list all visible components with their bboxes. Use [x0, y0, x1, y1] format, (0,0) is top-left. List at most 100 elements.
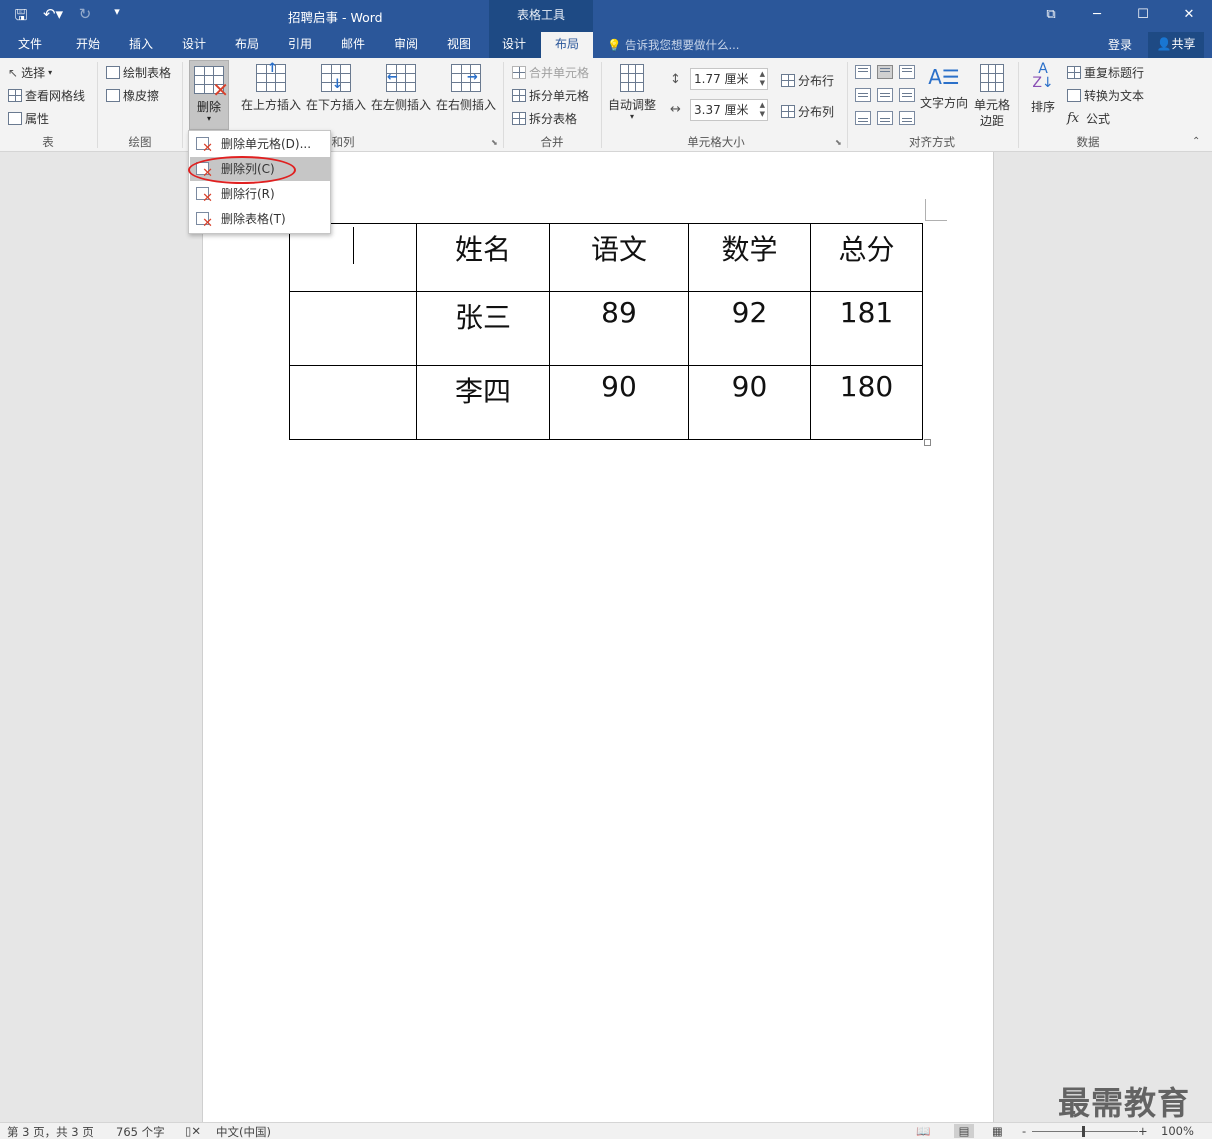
tab-home[interactable]: 开始 — [72, 32, 104, 58]
repeat-header-button[interactable]: 重复标题行 — [1067, 64, 1144, 81]
row-height-input[interactable]: 1.77 厘米 ▲ ▼ — [690, 68, 768, 90]
table-cell[interactable]: 总分 — [810, 223, 923, 292]
convert-to-text-button[interactable]: 转换为文本 — [1067, 87, 1144, 104]
close-icon[interactable]: ✕ — [1166, 0, 1212, 30]
menu-item-delete-cells[interactable]: ✕ 删除单元格(D)... — [190, 132, 330, 156]
collapse-ribbon-icon[interactable]: ⌃ — [1192, 136, 1200, 147]
maximize-icon[interactable]: ☐ — [1120, 0, 1166, 30]
undo-icon[interactable]: ↶▾ — [42, 5, 64, 30]
login-link[interactable]: 登录 — [1108, 36, 1132, 53]
repeat-header-label: 重复标题行 — [1084, 66, 1145, 80]
redo-icon[interactable]: ↻ — [74, 5, 96, 30]
menu-item-delete-row[interactable]: ✕ 删除行(R) — [190, 182, 330, 206]
tab-design[interactable]: 设计 — [178, 32, 210, 58]
align-bottom-right-icon[interactable] — [899, 111, 915, 125]
cell-size-dialog-launcher-icon[interactable]: ⬊ — [835, 138, 842, 147]
table-cell[interactable]: 数学 — [688, 223, 811, 292]
score-table[interactable]: 姓名 语文 数学 总分 张三 89 92 181 李四 90 90 180 — [289, 223, 923, 440]
rows-cols-dialog-launcher-icon[interactable]: ⬊ — [491, 138, 498, 147]
distribute-rows-button[interactable]: 分布行 — [781, 72, 834, 89]
tab-review[interactable]: 审阅 — [390, 32, 422, 58]
web-layout-icon[interactable]: ▦ — [992, 1124, 1003, 1138]
table-cell[interactable]: 李四 — [416, 365, 550, 440]
text-direction-icon: A☰ — [928, 65, 960, 89]
ribbon-display-options-icon[interactable]: ⧉ — [1028, 0, 1074, 30]
zoom-slider-thumb[interactable] — [1082, 1126, 1085, 1137]
table-cell[interactable]: 语文 — [549, 223, 689, 292]
tell-me-search[interactable]: 💡 告诉我您想要做什么... — [607, 37, 739, 53]
tab-references[interactable]: 引用 — [284, 32, 316, 58]
distribute-cols-button[interactable]: 分布列 — [781, 103, 834, 120]
minimize-icon[interactable]: ─ — [1074, 0, 1120, 30]
insert-right-button[interactable]: → 在右侧插入 — [436, 64, 496, 113]
save-icon[interactable]: 🖫 — [10, 5, 32, 30]
delete-button[interactable]: ✕ 删除 ▾ — [189, 60, 229, 130]
align-middle-left-icon[interactable] — [855, 88, 871, 102]
align-bottom-left-icon[interactable] — [855, 111, 871, 125]
table-cell[interactable]: 181 — [810, 291, 923, 366]
properties-button[interactable]: 属性 — [8, 110, 49, 127]
row-height-icon: ↕ — [670, 72, 681, 87]
table-cell[interactable]: 92 — [688, 291, 811, 366]
tab-view[interactable]: 视图 — [443, 32, 475, 58]
insert-above-button[interactable]: ↑ 在上方插入 — [241, 61, 302, 113]
split-cells-button[interactable]: 拆分单元格 — [512, 87, 589, 104]
zoom-level[interactable]: 100% — [1161, 1124, 1194, 1138]
sort-label: 排序 — [1030, 100, 1055, 114]
align-top-center-icon[interactable] — [877, 65, 893, 79]
align-top-right-icon[interactable] — [899, 65, 915, 79]
spinner-arrows-icon[interactable]: ▲ ▼ — [760, 101, 765, 119]
word-count[interactable]: 765 个字 — [116, 1124, 165, 1139]
tab-table-layout[interactable]: 布局 — [541, 32, 593, 58]
tab-mailings[interactable]: 邮件 — [337, 32, 369, 58]
table-cell[interactable]: 姓名 — [416, 223, 550, 292]
document-page[interactable]: 姓名 语文 数学 总分 张三 89 92 181 李四 90 90 180 — [202, 152, 994, 1122]
page-count[interactable]: 第 3 页，共 3 页 — [7, 1124, 94, 1139]
table-resize-handle[interactable] — [924, 439, 931, 446]
merge-cells-button[interactable]: 合并单元格 — [512, 64, 589, 81]
align-middle-right-icon[interactable] — [899, 88, 915, 102]
menu-item-delete-table[interactable]: ✕ 删除表格(T) — [190, 207, 330, 231]
group-label-cell-size: 单元格大小 — [687, 135, 745, 149]
sort-button[interactable]: A Z↓ 排序 — [1028, 62, 1058, 115]
insert-above-label: 在上方插入 — [241, 98, 302, 112]
table-cell[interactable]: 180 — [810, 365, 923, 440]
insert-below-button[interactable]: ↓ 在下方插入 — [306, 64, 366, 113]
align-bottom-center-icon[interactable] — [877, 111, 893, 125]
spinner-arrows-icon[interactable]: ▲ ▼ — [760, 70, 765, 88]
select-button[interactable]: ↖ 选择 ▾ — [8, 64, 52, 81]
table-cell[interactable]: 张三 — [416, 291, 550, 366]
zoom-in-button[interactable]: + — [1138, 1124, 1148, 1138]
eraser-button[interactable]: 橡皮擦 — [106, 87, 159, 104]
read-mode-icon[interactable]: 📖 — [916, 1124, 930, 1138]
formula-button[interactable]: fx 公式 — [1067, 110, 1110, 127]
table-cell[interactable]: 90 — [549, 365, 689, 440]
align-middle-center-icon[interactable] — [877, 88, 893, 102]
tab-insert[interactable]: 插入 — [125, 32, 157, 58]
table-cell[interactable]: 90 — [688, 365, 811, 440]
qat-dropdown-icon[interactable]: ▾ — [106, 5, 128, 30]
autofit-button[interactable]: 自动调整 ▾ — [606, 64, 658, 121]
zoom-out-button[interactable]: - — [1022, 1124, 1026, 1138]
share-button[interactable]: 👤共享 — [1148, 32, 1204, 58]
tab-table-design[interactable]: 设计 — [497, 32, 531, 58]
table-cell[interactable] — [289, 291, 417, 366]
zoom-slider-track[interactable] — [1032, 1131, 1138, 1132]
print-layout-icon[interactable]: ▤ — [954, 1124, 974, 1138]
text-direction-button[interactable]: A☰ 文字方向 — [919, 62, 969, 111]
split-table-button[interactable]: 拆分表格 — [512, 110, 577, 127]
language[interactable]: 中文(中国) — [216, 1124, 271, 1139]
tab-file[interactable]: 文件 — [14, 32, 46, 58]
insert-left-button[interactable]: ← 在左侧插入 — [371, 64, 431, 113]
draw-table-button[interactable]: 绘制表格 — [106, 64, 171, 81]
insert-right-label: 在右侧插入 — [436, 98, 497, 112]
eraser-icon — [106, 89, 120, 102]
table-cell[interactable] — [289, 365, 417, 440]
column-width-input[interactable]: 3.37 厘米 ▲ ▼ — [690, 99, 768, 121]
proofing-icon[interactable]: ▯✕ — [185, 1124, 201, 1138]
table-cell[interactable]: 89 — [549, 291, 689, 366]
cell-margins-button[interactable]: 单元格 边距 — [971, 64, 1013, 129]
view-gridlines-button[interactable]: 查看网格线 — [8, 87, 85, 104]
align-top-left-icon[interactable] — [855, 65, 871, 79]
tab-layout[interactable]: 布局 — [231, 32, 263, 58]
